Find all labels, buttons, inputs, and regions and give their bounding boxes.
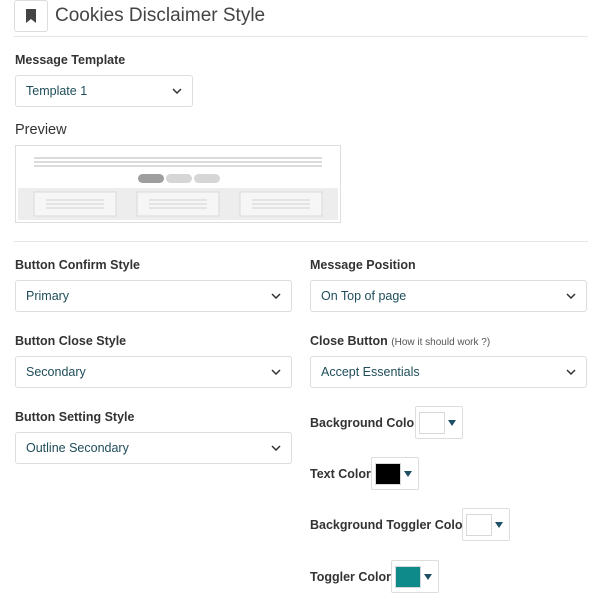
- chevron-down-icon: [271, 369, 281, 375]
- close-button-label-text: Close Button: [310, 334, 388, 348]
- button-close-style-label: Button Close Style: [15, 334, 127, 348]
- page-title: Cookies Disclaimer Style: [55, 5, 266, 26]
- message-position-select[interactable]: On Top of page: [310, 280, 587, 312]
- message-position-label: Message Position: [310, 258, 416, 272]
- bookmark-icon-box: [14, 0, 48, 32]
- chevron-down-icon: [566, 369, 576, 375]
- background-color-label: Background Color: [310, 416, 420, 430]
- text-color-swatch: [375, 462, 402, 485]
- chevron-down-icon: [566, 293, 576, 299]
- button-setting-style-label: Button Setting Style: [15, 410, 135, 424]
- template-preview: [15, 145, 341, 223]
- close-button-hint-link[interactable]: (How it should work ?): [391, 337, 490, 348]
- preview-title: Preview: [15, 122, 67, 138]
- button-setting-style-value: Outline Secondary: [26, 441, 129, 455]
- background-toggler-color-swatch: [466, 513, 493, 536]
- background-toggler-color-label: Background Toggler Color: [310, 518, 468, 532]
- button-confirm-style-value: Primary: [26, 289, 70, 303]
- chevron-down-icon: [172, 88, 182, 94]
- caret-down-icon: [495, 521, 504, 528]
- message-template-value: Template 1: [26, 84, 88, 98]
- section-divider: [14, 241, 588, 242]
- toggler-color-swatch: [395, 565, 422, 588]
- close-button-value: Accept Essentials: [321, 365, 420, 379]
- text-color-label: Text Color: [310, 467, 371, 481]
- text-color-picker[interactable]: [371, 457, 419, 490]
- header-divider: [14, 36, 588, 37]
- template-preview-graphic: [18, 157, 338, 220]
- background-color-picker[interactable]: [415, 406, 463, 439]
- message-position-value: On Top of page: [321, 289, 407, 303]
- button-confirm-style-label: Button Confirm Style: [15, 258, 140, 272]
- message-template-label: Message Template: [15, 53, 126, 67]
- message-template-select[interactable]: Template 1: [15, 75, 193, 107]
- close-button-select[interactable]: Accept Essentials: [310, 356, 587, 388]
- toggler-color-picker[interactable]: [391, 560, 439, 593]
- caret-down-icon: [424, 573, 433, 580]
- close-button-label: Close Button (How it should work ?): [310, 334, 490, 348]
- button-close-style-value: Secondary: [26, 365, 86, 379]
- background-toggler-color-picker[interactable]: [462, 508, 510, 541]
- button-close-style-select[interactable]: Secondary: [15, 356, 292, 388]
- bookmark-icon: [26, 9, 36, 23]
- caret-down-icon: [404, 470, 413, 477]
- toggler-color-label: Toggler Color: [310, 570, 392, 584]
- button-confirm-style-select[interactable]: Primary: [15, 280, 292, 312]
- button-setting-style-select[interactable]: Outline Secondary: [15, 432, 292, 464]
- caret-down-icon: [448, 419, 457, 426]
- background-color-swatch: [419, 411, 446, 434]
- chevron-down-icon: [271, 445, 281, 451]
- chevron-down-icon: [271, 293, 281, 299]
